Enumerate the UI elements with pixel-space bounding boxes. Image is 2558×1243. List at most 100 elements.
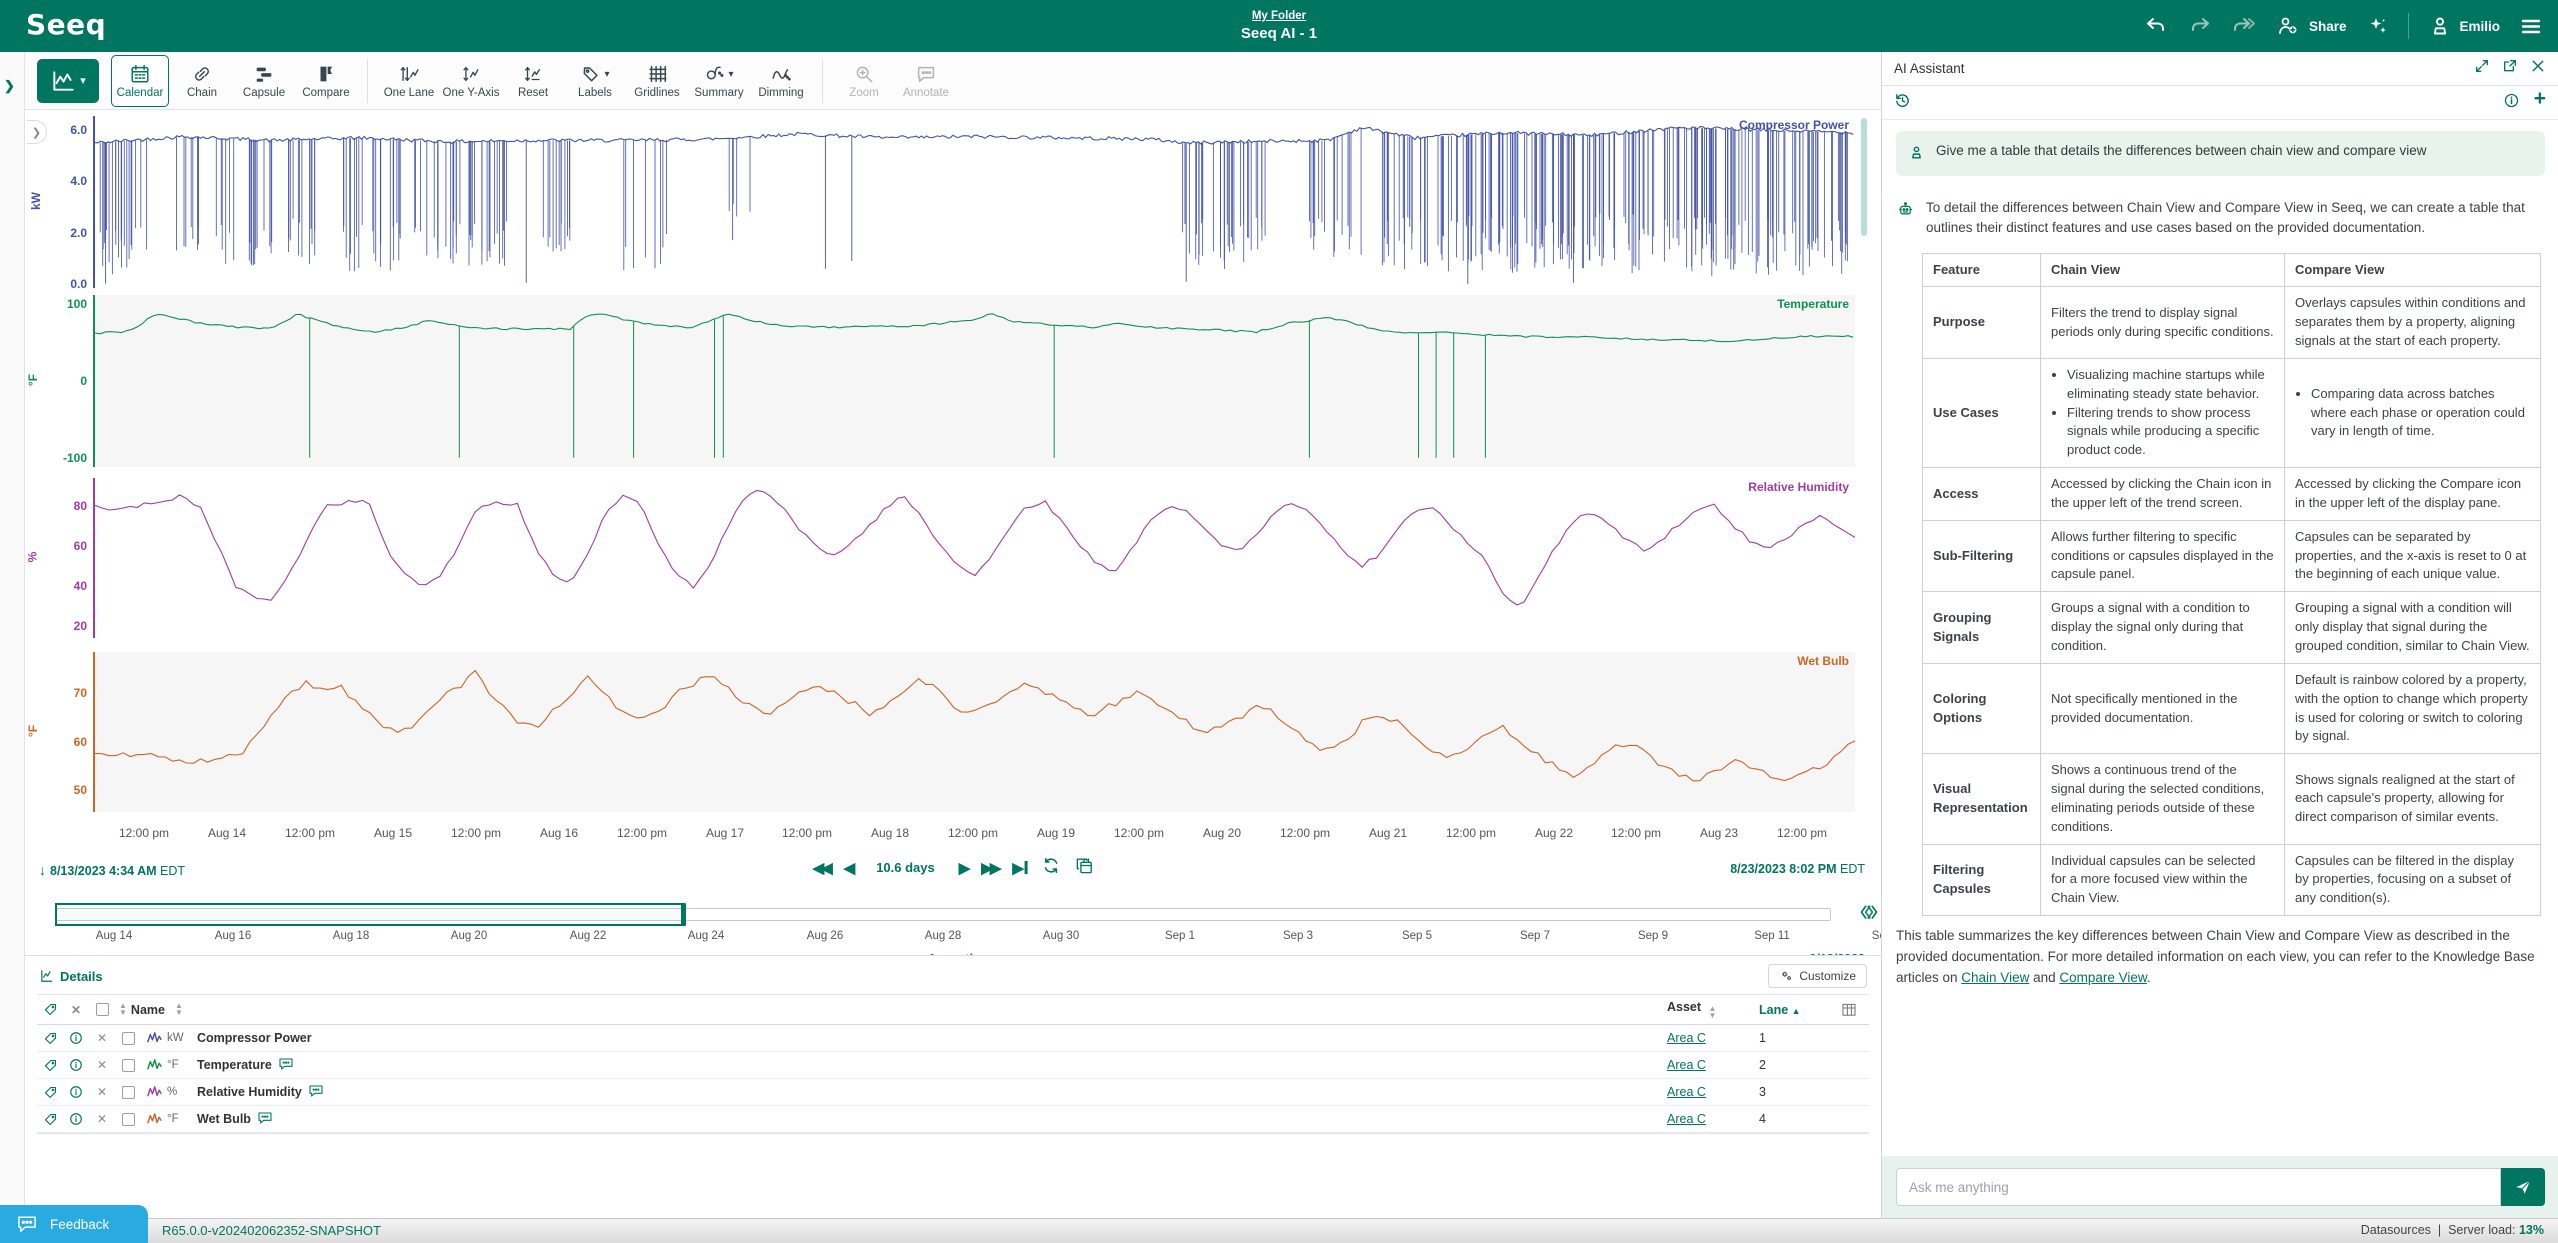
step-back-fast-icon[interactable]: ◀◀ [813, 859, 833, 877]
details-row-temperature[interactable]: ✕ °F Temperature Area C 2 [37, 1052, 1869, 1079]
asset-link[interactable]: Area C [1667, 1112, 1706, 1126]
column-header-lane[interactable]: Lane ▲ [1759, 1003, 1829, 1017]
fast-forward-icon[interactable] [2231, 13, 2257, 39]
y-axis-lane-3[interactable] [93, 478, 95, 638]
open-in-window-icon[interactable] [2502, 58, 2518, 79]
range-slider-handle[interactable] [681, 903, 687, 926]
copy-range-icon[interactable] [1074, 856, 1093, 879]
expand-panel-icon[interactable] [2474, 58, 2490, 79]
breadcrumb[interactable]: My Folder [1252, 10, 1306, 22]
duration-label[interactable]: 10.6 days [866, 857, 945, 878]
row-checkbox[interactable] [115, 1031, 141, 1045]
user-name[interactable]: Emilio [2459, 19, 2500, 34]
comment-icon[interactable] [308, 1084, 324, 1101]
chain-view-link[interactable]: Chain View [1961, 970, 2029, 985]
toolbar-button-labels[interactable]: ▾ Labels [566, 55, 624, 107]
ai-sparkles-icon[interactable] [2364, 13, 2390, 39]
remove-icon[interactable]: ✕ [89, 1031, 115, 1045]
column-header-name[interactable]: Name ▲ ▼ [131, 1001, 1667, 1016]
toolbar-button-summary[interactable]: ▾ Summary [690, 55, 748, 107]
pin-column-icon[interactable] [37, 1002, 63, 1017]
toolbar-button-gridlines[interactable]: Gridlines [628, 55, 686, 107]
expand-panel-icon[interactable]: ❯ [4, 78, 15, 94]
sort-icon[interactable]: ▲ ▼ [119, 1001, 127, 1016]
asset-link[interactable]: Area C [1667, 1058, 1706, 1072]
y-axis-lane-1[interactable] [93, 116, 95, 288]
column-header-asset[interactable]: Asset ▲ ▼ [1667, 1000, 1759, 1019]
y-axis-lane-2[interactable] [93, 295, 95, 467]
lane-label-2[interactable]: Temperature [1777, 297, 1849, 311]
remove-icon[interactable]: ✕ [89, 1112, 115, 1126]
asset-link[interactable]: Area C [1667, 1031, 1706, 1045]
step-back-icon[interactable]: ◀ [844, 859, 855, 877]
columns-icon[interactable] [1829, 1002, 1869, 1018]
info-icon[interactable] [2503, 92, 2520, 114]
feedback-button[interactable]: Feedback [0, 1205, 148, 1243]
step-forward-icon[interactable]: ▶ [959, 859, 970, 877]
hamburger-menu-icon[interactable] [2518, 13, 2544, 39]
step-forward-fast-icon[interactable]: ▶▶ [981, 859, 1001, 877]
lane-label-1[interactable]: Compressor Power [1739, 118, 1849, 132]
details-row-relative-humidity[interactable]: ✕% Relative Humidity Area C 3 [37, 1079, 1869, 1106]
pin-icon[interactable] [37, 1058, 63, 1073]
row-checkbox[interactable] [115, 1085, 141, 1099]
info-icon[interactable] [63, 1031, 89, 1045]
display-range-start[interactable]: ↓ 8/13/2023 4:34 AM EDT [39, 862, 185, 878]
undo-icon[interactable] [2143, 13, 2169, 39]
comment-icon[interactable] [278, 1057, 294, 1074]
toolbar-button-compare[interactable]: Compare [297, 55, 355, 107]
chat-input[interactable] [1896, 1168, 2501, 1206]
trend-lane-1[interactable]: Compressor Power [95, 116, 1855, 288]
compare-view-link[interactable]: Compare View [2059, 970, 2147, 985]
server-status[interactable]: Datasources | Server load: 13% [2361, 1223, 2544, 1237]
view-mode-button[interactable]: ▾ [37, 58, 99, 103]
comment-icon[interactable] [257, 1111, 273, 1128]
row-checkbox[interactable] [115, 1112, 141, 1126]
remove-all-icon[interactable]: ✕ [63, 1003, 89, 1017]
send-button[interactable] [2501, 1168, 2545, 1206]
close-icon[interactable] [2530, 58, 2546, 79]
pin-icon[interactable] [37, 1112, 63, 1127]
range-slider-selection[interactable] [55, 903, 687, 926]
remove-icon[interactable]: ✕ [89, 1058, 115, 1072]
toolbar-button-onelane[interactable]: One Lane [380, 55, 438, 107]
trend-lane-3[interactable]: Relative Humidity [95, 478, 1855, 638]
toolbar-button-reset[interactable]: Reset [504, 55, 562, 107]
pin-icon[interactable] [37, 1085, 63, 1100]
signal-name[interactable]: Relative Humidity [197, 1084, 1667, 1101]
y-axis-lane-4[interactable] [93, 652, 95, 812]
asset-link[interactable]: Area C [1667, 1085, 1706, 1099]
signal-name[interactable]: Compressor Power [197, 1031, 1667, 1045]
select-all-checkbox[interactable] [89, 1003, 115, 1016]
trend-lane-2[interactable]: Temperature [95, 295, 1855, 467]
toolbar-button-calendar[interactable]: Calendar [111, 54, 169, 107]
auto-update-icon[interactable] [1041, 856, 1060, 879]
user-profile-icon[interactable] [2427, 13, 2453, 39]
signal-name[interactable]: Temperature [197, 1057, 1667, 1074]
signal-name[interactable]: Wet Bulb [197, 1111, 1667, 1128]
step-to-end-icon[interactable]: ▶ [1012, 859, 1028, 877]
info-icon[interactable] [63, 1058, 89, 1072]
toolbar-button-oneyaxis[interactable]: One Y-Axis [442, 55, 500, 107]
row-checkbox[interactable] [115, 1058, 141, 1072]
lane-label-4[interactable]: Wet Bulb [1797, 654, 1849, 668]
display-range-end[interactable]: 8/23/2023 8:02 PM EDT [1730, 862, 1865, 876]
share-button[interactable]: Share [2309, 19, 2347, 34]
seeq-logo[interactable]: Seeq [26, 8, 106, 41]
pin-icon[interactable] [37, 1031, 63, 1046]
access-share-icon[interactable] [2275, 13, 2301, 39]
remove-icon[interactable]: ✕ [89, 1085, 115, 1099]
lane-scrollbar[interactable] [1861, 118, 1867, 236]
info-icon[interactable] [63, 1085, 89, 1099]
details-row-compressor-power[interactable]: ✕ kW Compressor Power Area C 1 [37, 1025, 1869, 1052]
toolbar-button-chain[interactable]: Chain [173, 55, 231, 107]
customize-button[interactable]: Customize [1768, 964, 1867, 988]
trend-lane-4[interactable]: Wet Bulb [95, 652, 1855, 812]
info-icon[interactable] [63, 1112, 89, 1126]
lane-label-3[interactable]: Relative Humidity [1748, 480, 1849, 494]
toolbar-button-dimming[interactable]: Dimming [752, 55, 810, 107]
expand-range-icon[interactable] [1859, 902, 1879, 929]
new-chat-icon[interactable]: + [2534, 88, 2546, 114]
redo-icon[interactable] [2187, 13, 2213, 39]
details-row-wet-bulb[interactable]: ✕ °F Wet Bulb Area C 4 [37, 1106, 1869, 1133]
